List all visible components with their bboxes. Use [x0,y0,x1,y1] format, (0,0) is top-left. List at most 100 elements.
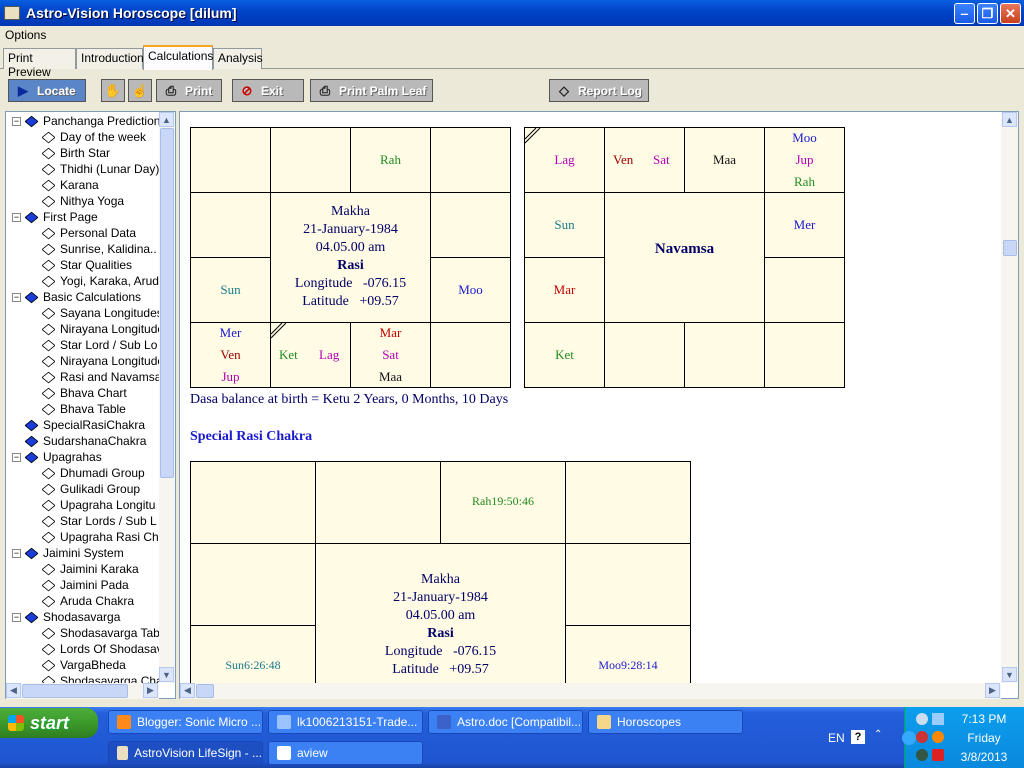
taskbar-item-astro-doc[interactable]: Astro.doc [Compatibil... [428,710,583,734]
tree-node-parent[interactable]: − First Page [12,209,98,225]
scroll-right-icon[interactable]: ▶ [143,683,158,698]
tab-analysis[interactable]: Analysis [213,48,263,69]
planet-label: Rah [380,152,401,167]
network-icon[interactable] [916,713,928,725]
tree-node-parent[interactable]: − Upagrahas [12,449,102,465]
collapse-icon[interactable]: − [12,116,21,126]
report-log-button[interactable]: ◇ Report Log [549,79,649,102]
locate-button[interactable]: ▶ Locate [8,79,86,102]
tree-vertical-scrollbar[interactable]: ▲ ▼ [159,112,175,683]
tree-node[interactable]: Dhumadi Group [42,465,145,481]
restore-button[interactable]: ❐ [977,3,998,24]
collapse-icon[interactable]: − [12,452,21,462]
exit-button[interactable]: ⊘ Exit [232,79,304,102]
language-indicator[interactable]: EN [828,731,845,745]
tree-node[interactable]: Birth Star [42,145,110,161]
hand-button[interactable]: ✋ [101,79,125,102]
tree-node[interactable]: Gulikadi Group [42,481,140,497]
avira-icon[interactable] [932,749,944,761]
scroll-up-icon[interactable]: ▲ [1002,112,1017,127]
tree-node[interactable]: Upagraha Rasi Ch [42,529,159,545]
tree-node-parent[interactable]: − Basic Calculations [12,289,141,305]
tree-node[interactable]: Jaimini Karaka [42,561,139,577]
tree-node[interactable]: Sayana Longitudes [42,305,159,321]
print-palm-leaf-button[interactable]: ⎙ Print Palm Leaf [310,79,433,102]
tree-node[interactable]: Shodasavarga Tab [42,625,159,641]
pointer-button[interactable]: ☝ [128,79,152,102]
back-icon[interactable] [902,731,916,745]
taskbar-item-astrovision[interactable]: AstroVision LifeSign - ... [108,741,263,765]
tree-node[interactable]: Star Lord / Sub Lo [42,337,157,353]
tray-expand-icon[interactable]: ⌃ [874,729,882,740]
print-button[interactable]: ⎙ Print [156,79,222,102]
tree-node[interactable]: Personal Data [42,225,136,241]
tree-node-parent[interactable]: − Jaimini System [12,545,124,561]
taskbar-item-aview[interactable]: aview [268,741,423,765]
tree-node[interactable]: Thidhi (Lunar Day) [42,161,159,177]
report-hscroll-thumb[interactable] [196,684,214,698]
taskbar-item-horoscopes[interactable]: Horoscopes [588,710,743,734]
tab-introduction[interactable]: Introduction [76,48,144,69]
tree-node[interactable]: Karana [42,177,99,193]
scroll-left-icon[interactable]: ◀ [6,683,21,698]
tree-node[interactable]: VargaBheda [42,657,126,673]
scroll-down-icon[interactable]: ▼ [1002,667,1017,682]
tree-node[interactable]: Nithya Yoga [42,193,124,209]
taskbar-item-trade[interactable]: lk1006213151-Trade... [268,710,423,734]
tree-node[interactable]: Jaimini Pada [42,577,129,593]
tree-node[interactable]: Lords Of Shodasav [42,641,159,657]
tree-node[interactable]: Aruda Chakra [42,593,134,609]
tree-node[interactable]: Bhava Chart [42,385,127,401]
rasi-house: Rah [350,127,431,193]
display-icon[interactable] [932,713,944,725]
security-icon[interactable] [916,731,928,743]
scroll-right-icon[interactable]: ▶ [985,683,1000,698]
help-icon[interactable]: ? [851,730,865,744]
tree-node[interactable]: Day of the week [42,129,146,145]
scroll-down-icon[interactable]: ▼ [159,667,174,682]
tree-node[interactable]: Star Qualities [42,257,132,273]
tree-node-parent[interactable]: − Shodasavarga [12,609,120,625]
tree-node-parent[interactable]: SpecialRasiChakra [12,417,145,433]
tree-node-label: Yogi, Karaka, Arud [60,274,159,288]
tree-node[interactable]: Bhava Table [42,401,126,417]
navigation-tree[interactable]: − Panchanga Predictions Day of the week Bir… [5,111,176,699]
tree-hscroll-thumb[interactable] [22,684,128,698]
tab-calculations[interactable]: Calculations [143,45,213,70]
tree-node[interactable]: Rasi and Navamsa [42,369,159,385]
tree-node[interactable]: Nirayana Longitude [42,353,159,369]
scroll-left-icon[interactable]: ◀ [180,683,195,698]
report-view[interactable]: Rah Sun Moo Mer Ven Jup Ket Lag Mar Sat … [179,111,1019,699]
tree-node[interactable]: Sunrise, Kalidina.. [42,241,157,257]
clock-date: 3/8/2013 [960,750,1008,764]
app-tray-icon[interactable] [916,749,928,761]
item-diamond-icon [42,563,55,575]
start-button[interactable]: start [0,708,98,738]
title-bar[interactable]: Astro-Vision Horoscope [dilum] ‒ ❐ ✕ [0,0,1024,26]
report-vscroll-thumb[interactable] [1003,240,1017,256]
tree-node-parent[interactable]: SudarshanaChakra [12,433,146,449]
scroll-up-icon[interactable]: ▲ [159,112,174,127]
taskbar-item-blogger[interactable]: Blogger: Sonic Micro ... [108,710,263,734]
menu-options[interactable]: Options [5,28,46,42]
tree-vscroll-thumb[interactable] [160,128,174,478]
planet-label: Sat [653,152,670,167]
tree-node[interactable]: Yogi, Karaka, Arud [42,273,159,289]
tree-node[interactable]: Upagraha Longitu [42,497,155,513]
report-vertical-scrollbar[interactable]: ▲ ▼ [1001,112,1018,683]
collapse-icon[interactable]: − [12,548,21,558]
collapse-icon[interactable]: − [12,292,21,302]
antivirus-icon[interactable] [932,731,944,743]
close-button[interactable]: ✕ [1000,3,1021,24]
tree-node-parent[interactable]: − Panchanga Predictions [12,113,159,129]
tree-node[interactable]: Nirayana Longitude [42,321,159,337]
tree-horizontal-scrollbar[interactable]: ◀ ▶ [6,683,159,699]
report-horizontal-scrollbar[interactable]: ◀ ▶ [180,683,1001,699]
collapse-icon[interactable]: − [12,612,21,622]
collapse-icon[interactable]: − [12,212,21,222]
tab-print-preview[interactable]: Print Preview [3,48,76,79]
clock-time[interactable]: 7:13 PM [949,712,1019,726]
tree-node[interactable]: Shodasavarga Cha [42,673,159,683]
tree-node[interactable]: Star Lords / Sub L [42,513,157,529]
minimize-button[interactable]: ‒ [954,3,975,24]
